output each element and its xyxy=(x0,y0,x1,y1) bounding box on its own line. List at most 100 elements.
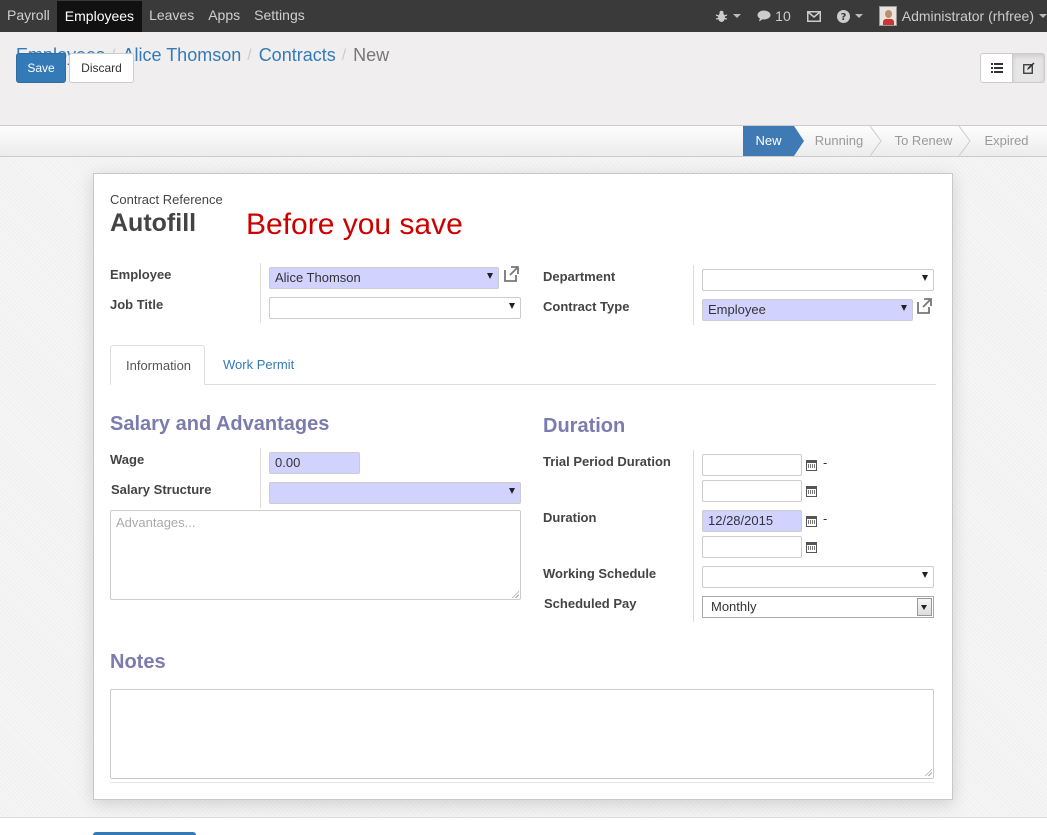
status-expired[interactable]: Expired xyxy=(975,126,1038,156)
chevron-down-icon xyxy=(854,14,863,18)
department-label: Department xyxy=(543,269,616,284)
notes-divider xyxy=(110,782,934,783)
contract-reference-label: Contract Reference xyxy=(110,192,223,207)
resize-grip-icon[interactable] xyxy=(511,590,519,598)
messages-button[interactable]: 10 xyxy=(757,8,791,24)
duration-end-date-input[interactable] xyxy=(702,536,802,558)
resize-grip-icon[interactable] xyxy=(924,768,932,776)
dropdown-arrow-icon xyxy=(922,572,928,578)
job-title-label: Job Title xyxy=(110,297,164,312)
date-range-dash: - xyxy=(823,511,828,526)
scheduled-pay-label: Scheduled Pay xyxy=(544,596,637,611)
scheduled-pay-value: Monthly xyxy=(711,599,757,614)
dropdown-arrow-icon xyxy=(901,305,907,311)
label-separator xyxy=(693,265,694,325)
department-select[interactable] xyxy=(702,269,934,291)
label-separator xyxy=(693,450,694,622)
employee-select[interactable]: Alice Thomson xyxy=(269,267,499,289)
salary-structure-select[interactable] xyxy=(269,482,521,504)
list-view-button[interactable] xyxy=(980,53,1013,83)
notes-heading: Notes xyxy=(110,651,166,673)
job-title-select[interactable] xyxy=(269,297,521,319)
edit-icon xyxy=(1022,62,1034,74)
employee-value: Alice Thomson xyxy=(275,270,361,285)
menu-apps[interactable]: Apps xyxy=(201,0,247,31)
status-chevron-icon xyxy=(869,126,882,156)
svg-text:?: ? xyxy=(840,12,846,23)
contract-reference-value: Autofill xyxy=(110,209,197,237)
status-to-renew[interactable]: To Renew xyxy=(885,126,962,156)
wage-label: Wage xyxy=(110,452,145,467)
debug-menu[interactable] xyxy=(715,10,742,23)
working-schedule-select[interactable] xyxy=(702,566,934,588)
external-link-icon[interactable] xyxy=(502,265,520,283)
messages-count: 10 xyxy=(775,8,791,24)
dropdown-button-icon xyxy=(917,598,932,616)
form-view-button[interactable] xyxy=(1012,53,1045,83)
wage-input[interactable]: 0.00 xyxy=(269,452,360,474)
date-range-dash: - xyxy=(823,455,828,470)
trial-start-date-input[interactable] xyxy=(702,454,802,476)
help-menu[interactable]: ? xyxy=(836,9,863,23)
external-link-icon[interactable] xyxy=(915,297,933,315)
bug-icon xyxy=(715,10,728,22)
contract-type-select[interactable]: Employee xyxy=(702,299,913,321)
salary-heading: Salary and Advantages xyxy=(110,413,330,435)
notes-textarea[interactable] xyxy=(110,689,934,779)
contract-type-value: Employee xyxy=(708,302,766,317)
calendar-icon[interactable] xyxy=(806,542,817,553)
scheduled-pay-select[interactable]: Monthly xyxy=(702,596,934,618)
top-navbar: Payroll Employees Leaves Apps Settings 1… xyxy=(0,0,1047,32)
chevron-down-icon xyxy=(733,14,742,18)
calendar-icon[interactable] xyxy=(806,516,817,527)
calendar-icon[interactable] xyxy=(806,460,817,471)
tab-work-permit[interactable]: Work Permit xyxy=(208,345,309,385)
label-separator xyxy=(260,448,261,508)
avatar xyxy=(878,6,897,26)
user-menu[interactable]: Administrator (rhfree) xyxy=(878,6,1047,26)
label-separator xyxy=(260,263,261,323)
contract-type-label: Contract Type xyxy=(543,299,630,314)
duration-start-date-input[interactable]: 12/28/2015 xyxy=(702,510,802,532)
app-menu: Payroll Employees Leaves Apps Settings xyxy=(0,0,312,32)
dropdown-arrow-icon xyxy=(487,273,493,279)
dropdown-arrow-icon xyxy=(509,303,515,309)
duration-label: Duration xyxy=(543,510,597,525)
trial-period-label: Trial Period Duration xyxy=(543,454,671,469)
status-chevron-icon xyxy=(958,126,971,156)
breadcrumb-separator: / xyxy=(341,47,347,64)
dropdown-arrow-icon xyxy=(509,488,515,494)
list-icon xyxy=(990,63,1003,73)
employee-label: Employee xyxy=(110,267,172,282)
control-panel: Employees / Alice Thomson / Contracts / … xyxy=(0,32,1047,126)
status-running[interactable]: Running xyxy=(806,126,872,156)
status-new[interactable]: New xyxy=(743,126,794,156)
user-name: Administrator (rhfree) xyxy=(901,8,1034,24)
envelope-icon xyxy=(806,10,821,22)
inbox-button[interactable] xyxy=(806,10,821,22)
salary-structure-label: Salary Structure xyxy=(111,482,212,497)
trial-end-date-input[interactable] xyxy=(702,480,802,502)
duration-heading: Duration xyxy=(543,415,626,437)
working-schedule-label: Working Schedule xyxy=(543,566,657,581)
chevron-down-icon xyxy=(1039,14,1047,18)
menu-employees[interactable]: Employees xyxy=(56,1,143,32)
annotation-text: Before you save xyxy=(246,208,463,241)
systray: 10 ? Administrator (rhfree) xyxy=(715,0,1047,32)
chat-icon xyxy=(757,10,771,22)
menu-settings[interactable]: Settings xyxy=(247,0,312,31)
menu-payroll[interactable]: Payroll xyxy=(0,0,57,31)
discard-button[interactable]: Discard xyxy=(69,53,134,83)
tab-information[interactable]: Information xyxy=(110,345,205,385)
breadcrumb-separator: / xyxy=(247,47,252,64)
calendar-icon[interactable] xyxy=(806,486,817,497)
breadcrumb-contracts[interactable]: Contracts xyxy=(259,45,336,67)
breadcrumb-alice-thomson[interactable]: Alice Thomson xyxy=(123,45,242,67)
advantages-textarea[interactable] xyxy=(110,510,521,600)
statusbar: New Running To Renew Expired xyxy=(0,126,1047,157)
save-button[interactable]: Save xyxy=(16,53,66,83)
question-icon: ? xyxy=(836,9,850,23)
breadcrumb-current: New xyxy=(353,45,390,65)
status-arrow xyxy=(794,126,804,156)
menu-leaves[interactable]: Leaves xyxy=(142,0,201,31)
